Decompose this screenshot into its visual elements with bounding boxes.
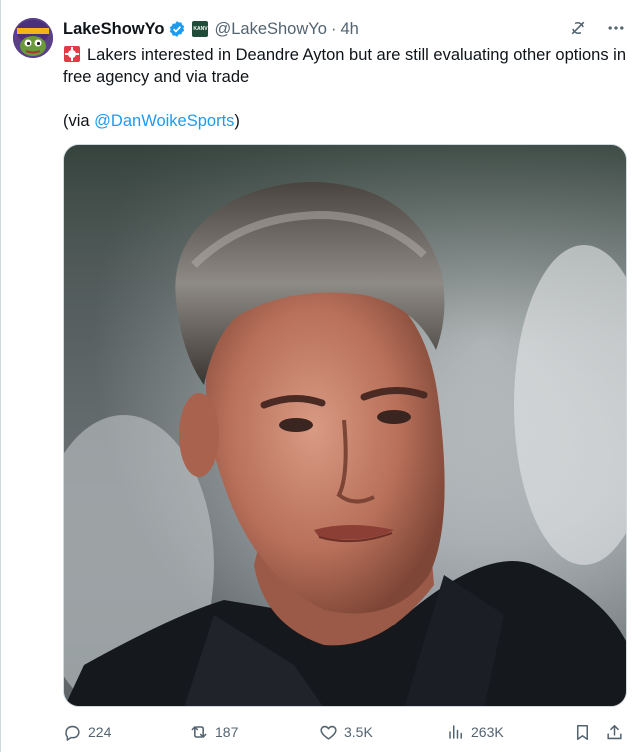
bookmark-button[interactable] bbox=[573, 720, 592, 744]
grok-icon[interactable] bbox=[568, 18, 588, 38]
repost-icon bbox=[189, 722, 209, 742]
more-icon[interactable] bbox=[606, 18, 626, 38]
tweet-text: Lakers interested in Deandre Ayton but a… bbox=[63, 44, 629, 88]
tweet-body-text: Lakers interested in Deandre Ayton but a… bbox=[63, 46, 627, 86]
views-button[interactable]: 263K bbox=[447, 720, 504, 744]
reply-button[interactable]: 224 bbox=[63, 720, 111, 744]
reply-icon bbox=[63, 723, 82, 742]
like-button[interactable]: 3.5K bbox=[319, 720, 373, 744]
repost-button[interactable]: 187 bbox=[189, 720, 238, 744]
views-count: 263K bbox=[471, 724, 504, 740]
handle[interactable]: @LakeShowYo bbox=[214, 20, 326, 39]
repost-count: 187 bbox=[215, 724, 239, 740]
tweet-card[interactable]: LakeShowYo KANV @LakeShowYo · 4h Lakers … bbox=[0, 0, 640, 752]
tweet-header: LakeShowYo KANV @LakeShowYo · 4h bbox=[63, 18, 359, 40]
via-line: (via @DanWoikeSports) bbox=[63, 110, 240, 132]
like-count: 3.5K bbox=[344, 724, 373, 740]
bookmark-icon bbox=[573, 723, 592, 742]
alert-light-emoji bbox=[63, 45, 81, 63]
reply-count: 224 bbox=[88, 724, 112, 740]
top-right-actions bbox=[568, 18, 626, 38]
media-image[interactable] bbox=[63, 144, 627, 707]
avatar[interactable] bbox=[13, 18, 53, 58]
verified-badge-icon bbox=[168, 20, 186, 38]
separator: · bbox=[330, 19, 337, 38]
timestamp[interactable]: 4h bbox=[340, 20, 358, 39]
display-name[interactable]: LakeShowYo bbox=[63, 20, 164, 39]
like-icon bbox=[319, 723, 338, 742]
views-icon bbox=[447, 723, 465, 741]
affiliate-badge[interactable]: KANV bbox=[192, 21, 209, 37]
mention-link[interactable]: @DanWoikeSports bbox=[94, 112, 234, 130]
share-button[interactable] bbox=[605, 720, 624, 744]
share-icon bbox=[605, 723, 624, 742]
via-suffix: ) bbox=[234, 112, 240, 130]
action-bar: 224 187 3.5K 263K bbox=[63, 720, 629, 744]
via-prefix: (via bbox=[63, 112, 95, 130]
